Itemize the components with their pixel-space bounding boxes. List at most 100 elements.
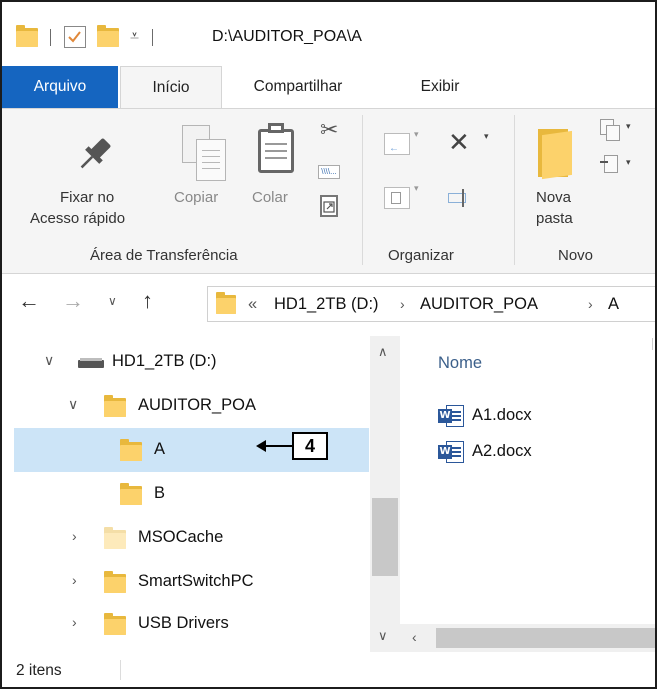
new-group-label: Novo xyxy=(558,247,594,264)
folder-icon xyxy=(104,571,126,593)
easy-access-dropdown-icon[interactable]: ▾ xyxy=(626,157,631,168)
scroll-up-icon[interactable]: ∧ xyxy=(378,344,388,360)
tab-inicio[interactable]: Início xyxy=(120,66,222,110)
breadcrumb-drive[interactable]: HD1_2TB (D:) xyxy=(274,295,379,314)
expand-chevron-icon[interactable]: ∨ xyxy=(44,352,54,369)
navigation-pane: ∨ HD1_2TB (D:) ∨ AUDITOR_POA A B › MSOCa… xyxy=(2,336,400,652)
tree-item-label: B xyxy=(154,484,166,502)
tree-item-label: AUDITOR_POA xyxy=(138,396,256,414)
up-arrow-icon[interactable]: ↑ xyxy=(142,288,153,314)
forward-arrow-icon[interactable]: → xyxy=(62,288,84,314)
window-title-path: D:\AUDITOR_POA\A xyxy=(212,28,362,45)
new-item-icon[interactable] xyxy=(600,119,620,141)
tab-exibir[interactable]: Exibir xyxy=(394,66,486,108)
recent-locations-chevron-icon[interactable]: ∨ xyxy=(108,294,117,308)
new-folder-label-line1: Nova xyxy=(536,189,572,206)
new-folder-quick-icon[interactable] xyxy=(97,25,119,47)
copy-to-dropdown-icon[interactable]: ▾ xyxy=(414,183,419,194)
breadcrumb-chevron-icon[interactable]: › xyxy=(588,296,593,312)
folder-icon xyxy=(216,292,236,314)
word-doc-icon: W xyxy=(438,441,464,463)
paste-icon[interactable] xyxy=(258,123,294,173)
folder-icon xyxy=(104,527,126,549)
breadcrumb-current[interactable]: A xyxy=(608,295,619,314)
status-bar: 2 itens xyxy=(2,652,655,687)
folder-icon xyxy=(104,395,126,417)
copy-path-icon[interactable]: \\\\... xyxy=(318,165,340,179)
tree-item-msocache[interactable]: › MSOCache xyxy=(14,516,369,560)
word-doc-icon: W xyxy=(438,405,464,427)
nav-scroll-thumb[interactable] xyxy=(372,498,398,576)
ribbon-home: Fixar no Acesso rápido Copiar Colar ✂ \\… xyxy=(2,108,655,274)
explorer-window: ⩡ D:\AUDITOR_POA\A Arquivo Início Compar… xyxy=(0,0,657,689)
quick-access-dropdown-icon[interactable]: ⩡ xyxy=(130,28,139,46)
clipboard-group-label: Área de Transferência xyxy=(90,247,238,264)
pin-label-line2: Acesso rápido xyxy=(30,210,126,227)
file-list-pane: Nome W A1.docx W A2.docx ‹ xyxy=(400,336,655,652)
tab-arquivo[interactable]: Arquivo xyxy=(2,66,118,108)
breadcrumb-chevron-icon[interactable]: › xyxy=(400,296,405,312)
tree-item-usb-drivers[interactable]: › USB Drivers xyxy=(14,602,369,646)
scroll-down-icon[interactable]: ∨ xyxy=(378,628,388,644)
scroll-left-icon[interactable]: ‹ xyxy=(412,629,417,645)
easy-access-icon[interactable] xyxy=(600,155,620,177)
annotation-arrow-line xyxy=(264,445,292,447)
annotation-callout: 4 xyxy=(292,432,328,460)
ribbon-separator xyxy=(514,115,515,265)
folder-icon xyxy=(120,439,142,461)
tree-item-drive[interactable]: ∨ HD1_2TB (D:) xyxy=(14,340,369,384)
tab-compartilhar[interactable]: Compartilhar xyxy=(228,66,368,108)
delete-dropdown-icon[interactable]: ▾ xyxy=(484,131,489,142)
collapse-chevron-icon[interactable]: › xyxy=(72,528,77,544)
collapse-chevron-icon[interactable]: › xyxy=(72,614,77,630)
file-name: A1.docx xyxy=(472,406,532,424)
title-bar: ⩡ D:\AUDITOR_POA\A xyxy=(2,2,655,66)
move-to-icon[interactable]: ← xyxy=(384,133,410,155)
breadcrumb-overflow[interactable]: « xyxy=(248,295,257,314)
folder-icon xyxy=(104,613,126,635)
tree-item-label: SmartSwitchPC xyxy=(138,572,254,590)
new-folder-icon[interactable] xyxy=(538,129,574,180)
folder-icon xyxy=(16,25,38,47)
new-folder-label-line2: pasta xyxy=(536,210,573,227)
expand-chevron-icon[interactable]: ∨ xyxy=(68,396,78,413)
tree-item-label: USB Drivers xyxy=(138,614,229,632)
paste-shortcut-icon[interactable] xyxy=(320,195,338,217)
tree-item-smartswitchpc[interactable]: › SmartSwitchPC xyxy=(14,560,369,604)
tree-item-label: MSOCache xyxy=(138,528,224,546)
item-count: 2 itens xyxy=(16,662,62,679)
collapse-chevron-icon[interactable]: › xyxy=(72,572,77,588)
back-arrow-icon[interactable]: ← xyxy=(18,288,40,314)
breadcrumb-auditor[interactable]: AUDITOR_POA xyxy=(420,295,538,314)
ribbon-separator xyxy=(362,115,363,265)
pin-icon[interactable] xyxy=(74,133,116,180)
file-name: A2.docx xyxy=(472,442,532,460)
column-header-name[interactable]: Nome xyxy=(438,354,482,373)
copy-icon[interactable] xyxy=(182,125,228,183)
tree-item-b[interactable]: B xyxy=(14,472,369,516)
properties-icon[interactable] xyxy=(64,26,86,48)
folder-icon xyxy=(120,483,142,505)
ribbon-tabs: Arquivo Início Compartilhar Exibir xyxy=(2,66,655,110)
status-separator xyxy=(120,660,121,680)
tree-item-auditor-poa[interactable]: ∨ AUDITOR_POA xyxy=(14,384,369,428)
delete-icon[interactable]: ✕ xyxy=(448,127,470,158)
organize-group-label: Organizar xyxy=(388,247,454,264)
new-item-dropdown-icon[interactable]: ▾ xyxy=(626,121,631,132)
cut-icon[interactable]: ✂ xyxy=(320,117,338,143)
drive-icon xyxy=(78,358,104,368)
content-scroll-thumb[interactable] xyxy=(436,628,655,648)
address-bar[interactable]: « HD1_2TB (D:) › AUDITOR_POA › A xyxy=(207,286,655,322)
move-to-dropdown-icon[interactable]: ▾ xyxy=(414,129,419,140)
title-separator xyxy=(50,29,51,46)
content-horizontal-scrollbar[interactable]: ‹ xyxy=(400,624,655,652)
copy-to-icon[interactable] xyxy=(384,187,410,209)
column-divider[interactable] xyxy=(652,338,653,350)
copy-label[interactable]: Copiar xyxy=(174,189,218,206)
address-row: ← → ∨ ↑ « HD1_2TB (D:) › AUDITOR_POA › A xyxy=(2,274,655,336)
nav-vertical-scrollbar[interactable]: ∧ ∨ xyxy=(370,336,400,652)
tree-item-label: A xyxy=(154,440,166,458)
rename-icon[interactable] xyxy=(448,189,474,207)
title-separator xyxy=(152,29,153,46)
paste-label[interactable]: Colar xyxy=(252,189,288,206)
